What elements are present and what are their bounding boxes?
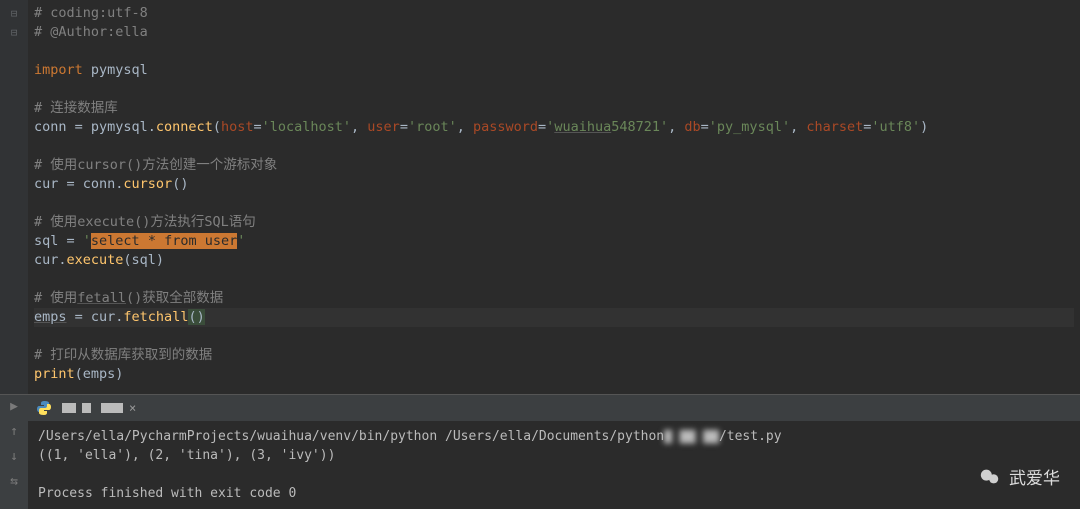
code-line: # 使用fetall()获取全部数据 bbox=[34, 289, 1074, 308]
editor-area: ⊟ ⊟ # coding:utf-8 # @Author:ella import… bbox=[0, 0, 1080, 394]
code-line: # 打印从数据库获取到的数据 bbox=[34, 346, 1074, 365]
code-line: print(emps) bbox=[34, 365, 1074, 384]
code-line bbox=[34, 194, 1074, 213]
close-icon[interactable]: × bbox=[129, 401, 136, 415]
terminal-tab[interactable] bbox=[62, 403, 91, 413]
terminal-panel: ▶ ↑ ↓ ⇆ × /Users/ella/PycharmProjects/wu… bbox=[0, 394, 1080, 509]
code-line bbox=[34, 137, 1074, 156]
code-line: conn = pymysql.connect(host='localhost',… bbox=[34, 118, 1074, 137]
code-line: # @Author:ella bbox=[34, 23, 1074, 42]
code-line: # coding:utf-8 bbox=[34, 4, 1074, 23]
code-line bbox=[34, 80, 1074, 99]
terminal-toolbar: ▶ ↑ ↓ ⇆ bbox=[0, 395, 28, 509]
filter-icon[interactable]: ⇆ bbox=[10, 474, 18, 489]
down-icon[interactable]: ↓ bbox=[10, 449, 18, 464]
terminal-main: × /Users/ella/PycharmProjects/wuaihua/ve… bbox=[28, 395, 1080, 509]
python-icon bbox=[36, 400, 52, 416]
wechat-icon bbox=[979, 466, 1001, 488]
watermark: 武爱华 bbox=[979, 464, 1060, 489]
terminal-output[interactable]: /Users/ella/PycharmProjects/wuaihua/venv… bbox=[28, 421, 1080, 509]
code-line bbox=[34, 270, 1074, 289]
code-line bbox=[34, 42, 1074, 61]
fold-icon[interactable]: ⊟ bbox=[0, 23, 28, 42]
rerun-icon[interactable]: ▶ bbox=[10, 399, 18, 414]
fold-icon[interactable]: ⊟ bbox=[0, 4, 28, 23]
stop-icon[interactable]: ↑ bbox=[10, 424, 18, 439]
code-line: # 连接数据库 bbox=[34, 99, 1074, 118]
terminal-tab[interactable]: × bbox=[101, 401, 136, 415]
tab-indicator-icon bbox=[82, 403, 91, 413]
tab-indicator-icon bbox=[101, 403, 123, 413]
code-line: # 使用cursor()方法创建一个游标对象 bbox=[34, 156, 1074, 175]
watermark-text: 武爱华 bbox=[1009, 464, 1060, 489]
tab-indicator-icon bbox=[62, 403, 76, 413]
code-line bbox=[34, 327, 1074, 346]
code-line: # 使用execute()方法执行SQL语句 bbox=[34, 213, 1074, 232]
terminal-tab-bar: × bbox=[28, 395, 1080, 421]
code-line: cur = conn.cursor() bbox=[34, 175, 1074, 194]
gutter: ⊟ ⊟ bbox=[0, 0, 28, 394]
code-line: cur.execute(sql) bbox=[34, 251, 1074, 270]
code-area[interactable]: # coding:utf-8 # @Author:ella import pym… bbox=[28, 0, 1080, 394]
code-line-current: emps = cur.fetchall() bbox=[34, 308, 1074, 327]
code-line: sql = 'select * from user' bbox=[34, 232, 1074, 251]
code-line: import pymysql bbox=[34, 61, 1074, 80]
